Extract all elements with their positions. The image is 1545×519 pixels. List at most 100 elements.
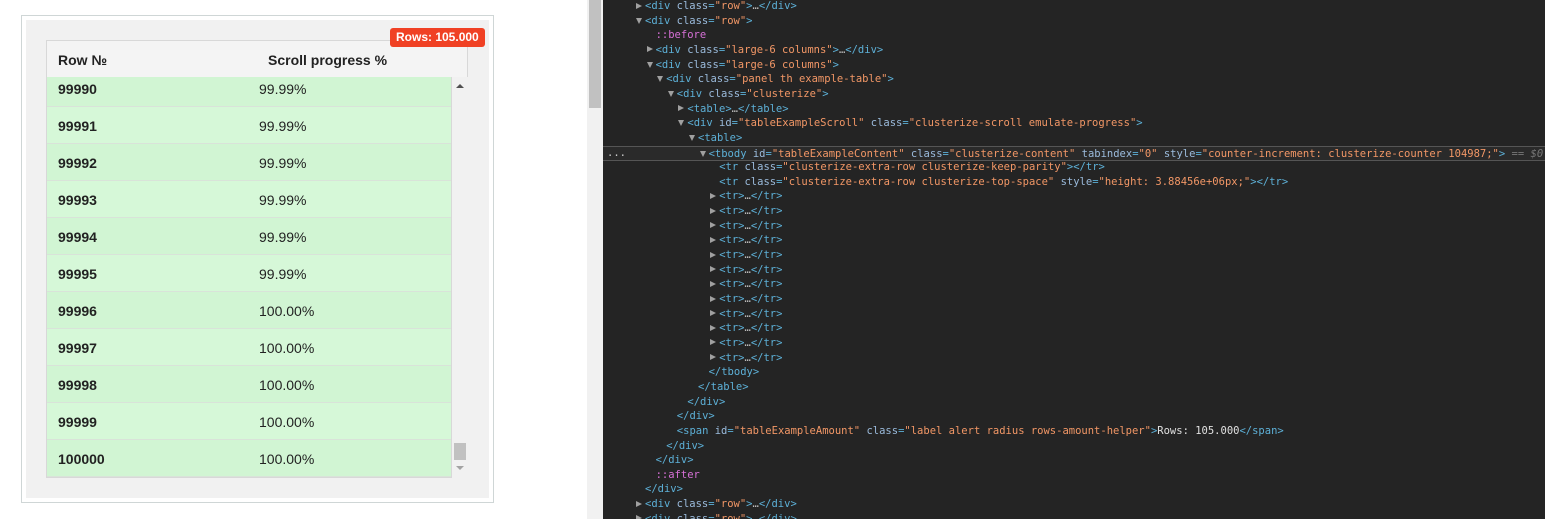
node-markup: <div id="tableExampleScroll" class="clus…	[687, 117, 1143, 130]
dom-tree-node[interactable]: <tr>…</tr>	[603, 219, 1545, 234]
expand-triangle-open-icon[interactable]	[678, 120, 685, 127]
node-markup: <div class="large-6 columns">	[655, 58, 839, 71]
scroll-up-arrow-icon[interactable]	[456, 84, 464, 88]
expand-triangle-closed-icon[interactable]	[710, 295, 717, 302]
expand-triangle-closed-icon[interactable]	[710, 354, 717, 361]
page-scrollbar-thumb[interactable]	[589, 0, 601, 108]
dom-tree-node[interactable]: </div>	[603, 453, 1545, 468]
dom-tree-node[interactable]: <tr class="clusterize-extra-row clusteri…	[603, 160, 1545, 175]
dom-tree-node[interactable]: <div class="row">…</div>	[603, 512, 1545, 519]
expand-triangle-open-icon[interactable]	[636, 17, 642, 24]
node-markup: ::before	[655, 29, 707, 42]
column-header-scroll-progress: Scroll progress %	[268, 52, 388, 68]
scroll-down-arrow-icon[interactable]	[456, 466, 464, 470]
expand-triangle-closed-icon[interactable]	[646, 46, 653, 53]
dom-tree-node[interactable]: <div class="clusterize">	[603, 87, 1545, 102]
browser-viewport: Row № Scroll progress % 99990 99.99% 99991…	[0, 0, 1545, 519]
expand-triangle-open-icon[interactable]	[667, 90, 674, 97]
scroll-progress-cell: 100.00%	[259, 451, 315, 467]
dom-tree-node[interactable]: <tr>…</tr>	[603, 277, 1545, 292]
devtools-elements-panel: <div class="row">…</div> <div class="row"…	[603, 0, 1545, 519]
expand-triangle-closed-icon[interactable]	[710, 192, 717, 199]
dom-tree-node[interactable]: </div>	[603, 439, 1545, 454]
dom-tree-node[interactable]: <div id="tableExampleScroll" class="clus…	[603, 116, 1545, 131]
expand-triangle-closed-icon[interactable]	[710, 339, 717, 346]
node-options-icon[interactable]: ...	[607, 146, 626, 160]
node-markup: </div>	[676, 410, 715, 423]
scroll-progress-cell: 100.00%	[259, 303, 315, 319]
row-number-cell: 99991	[58, 118, 97, 134]
node-markup: <tr>…</tr>	[719, 336, 783, 349]
dom-tree-node[interactable]: <tr>…</tr>	[603, 336, 1545, 351]
table-scrollbar[interactable]	[452, 77, 468, 478]
expand-triangle-closed-icon[interactable]	[710, 266, 717, 273]
expand-triangle-open-icon[interactable]	[657, 76, 664, 83]
scrollbar-thumb[interactable]	[454, 443, 466, 460]
table-body[interactable]: 99990 99.99% 99991 99.99% 99992 99.99% 99993 99…	[46, 77, 452, 478]
row-number-cell: 100000	[58, 451, 105, 467]
expand-triangle-open-icon[interactable]	[646, 61, 653, 68]
example-table-panel: Row № Scroll progress % 99990 99.99% 99991…	[21, 15, 494, 503]
table-row: 99993 99.99%	[47, 181, 451, 218]
dom-tree-node[interactable]: <tr>…</tr>	[603, 204, 1545, 219]
dom-tree-node[interactable]: <div class="panel th example-table">	[603, 72, 1545, 87]
dom-tree-node[interactable]: ::before	[603, 28, 1545, 43]
page-scrollbar[interactable]	[587, 0, 603, 519]
dom-tree-node[interactable]: <tr>…</tr>	[603, 351, 1545, 366]
dom-tree-node[interactable]: </div>	[603, 395, 1545, 410]
node-markup: </table>	[698, 380, 749, 393]
expand-triangle-closed-icon[interactable]	[710, 310, 717, 317]
node-markup: <tr>…</tr>	[719, 249, 783, 262]
table-row: 99990 99.99%	[47, 77, 451, 107]
dom-tree-node[interactable]: </div>	[603, 482, 1545, 497]
dom-tree-node[interactable]: <div class="row">…</div>	[603, 0, 1545, 14]
column-header-row-number: Row №	[58, 52, 108, 68]
dom-tree-node[interactable]: <tr>…</tr>	[603, 248, 1545, 263]
table-row: 99995 99.99%	[47, 255, 451, 292]
dom-tree-node[interactable]: <tr class="clusterize-extra-row clusteri…	[603, 175, 1545, 190]
rows-amount-badge: Rows: 105.000	[390, 28, 485, 47]
node-markup: <tr>…</tr>	[719, 322, 783, 335]
scroll-progress-cell: 99.99%	[259, 155, 307, 171]
expand-triangle-open-icon[interactable]	[689, 134, 695, 141]
expand-triangle-closed-icon[interactable]	[710, 324, 717, 331]
dom-tree-node[interactable]: <div class="row">	[603, 14, 1545, 29]
node-markup: <tr>…</tr>	[719, 219, 783, 232]
dom-tree-node[interactable]: <tr>…</tr>	[603, 233, 1545, 248]
scroll-progress-cell: 100.00%	[259, 340, 315, 356]
expand-triangle-closed-icon[interactable]	[636, 500, 642, 507]
dom-tree-node[interactable]: <span id="tableExampleAmount" class="lab…	[603, 424, 1545, 439]
expand-triangle-closed-icon[interactable]	[710, 207, 717, 214]
dom-tree-node[interactable]: <table>	[603, 131, 1545, 146]
node-markup: </div>	[655, 454, 694, 467]
node-markup: <tr>…</tr>	[719, 205, 783, 218]
dom-tree-node[interactable]: <div class="large-6 columns">	[603, 58, 1545, 73]
row-number-cell: 99992	[58, 155, 97, 171]
dom-tree-node[interactable]: <div class="row">…</div>	[603, 497, 1545, 512]
dom-tree-node[interactable]: <tr>…</tr>	[603, 292, 1545, 307]
expand-triangle-closed-icon[interactable]	[710, 236, 717, 243]
dom-tree-node[interactable]: </div>	[603, 409, 1545, 424]
expand-triangle-closed-icon[interactable]	[710, 280, 717, 287]
expand-triangle-closed-icon[interactable]	[678, 105, 685, 112]
dom-tree-node[interactable]: <tr>…</tr>	[603, 189, 1545, 204]
table-row: 99998 100.00%	[47, 366, 451, 403]
dom-tree-node[interactable]: </table>	[603, 380, 1545, 395]
dom-tree-node[interactable]: <tr>…</tr>	[603, 321, 1545, 336]
dom-tree-node[interactable]: <table>…</table>	[603, 102, 1545, 117]
node-markup: <tr class="clusterize-extra-row clusteri…	[719, 161, 1105, 174]
dom-tree-node[interactable]: <tr>…</tr>	[603, 263, 1545, 278]
expand-triangle-open-icon[interactable]	[699, 150, 706, 157]
expand-triangle-closed-icon[interactable]	[636, 515, 642, 519]
expand-triangle-closed-icon[interactable]	[710, 222, 717, 229]
expand-triangle-closed-icon[interactable]	[710, 251, 717, 258]
scroll-progress-cell: 99.99%	[259, 229, 307, 245]
dom-tree-node[interactable]: ... <tbody id="tableExampleContent" class…	[603, 145, 1545, 161]
dom-tree-node[interactable]: <tr>…</tr>	[603, 307, 1545, 322]
dom-tree-node[interactable]: ::after	[603, 468, 1545, 483]
dom-tree-node[interactable]: </tbody>	[603, 365, 1545, 380]
expand-triangle-closed-icon[interactable]	[636, 2, 642, 9]
row-number-cell: 99990	[58, 81, 97, 97]
dom-tree-node[interactable]: <div class="large-6 columns">…</div>	[603, 43, 1545, 58]
row-number-cell: 99999	[58, 414, 97, 430]
